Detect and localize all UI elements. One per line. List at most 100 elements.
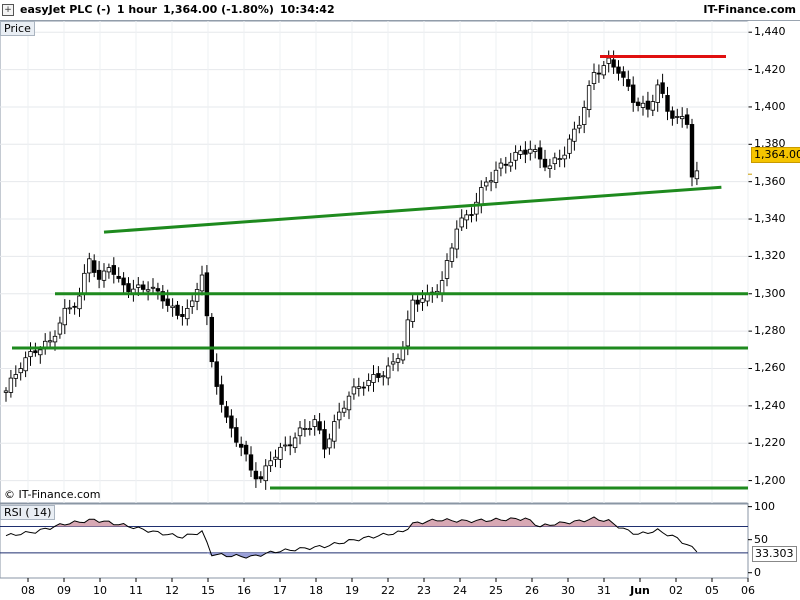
price-tick-label: 1,360 — [754, 174, 786, 188]
candle-body — [537, 147, 543, 160]
candle-body — [444, 260, 450, 279]
candle-body — [552, 157, 557, 165]
candle-body — [253, 470, 259, 480]
rsi-tick-label: 0 — [754, 565, 761, 579]
price-tick-label: 1,400 — [754, 99, 786, 113]
candle-body — [62, 307, 67, 326]
candle-body — [572, 128, 577, 142]
candle-body — [341, 407, 347, 413]
candle-body — [96, 269, 102, 280]
candle-body — [361, 386, 366, 389]
candle-body — [38, 349, 43, 356]
price-panel — [0, 20, 749, 504]
candle-body — [483, 181, 489, 187]
candle-body — [185, 308, 190, 320]
price-tick-label: 1,260 — [754, 361, 786, 375]
candle-body — [219, 384, 224, 405]
candle-body — [116, 275, 121, 279]
candle-body — [420, 298, 425, 303]
candle-body — [57, 322, 63, 335]
candle-body — [395, 358, 401, 363]
candle-body — [150, 286, 156, 289]
candle-body — [449, 247, 455, 262]
candle-body — [547, 165, 553, 169]
candle-body — [689, 124, 695, 178]
price-tick-label: 1,320 — [754, 249, 786, 263]
candle-body — [675, 116, 680, 118]
candle-body — [312, 419, 317, 427]
candle-body — [479, 187, 484, 205]
candle-body — [650, 101, 655, 111]
rsi-tick-label: 50 — [754, 532, 768, 546]
candle-body — [542, 158, 548, 168]
price-tick-label: 1,240 — [754, 398, 786, 412]
candle-body — [101, 270, 107, 281]
time-tick-label: 17 — [273, 584, 287, 597]
candle-body — [8, 377, 14, 393]
candle-body — [13, 374, 18, 379]
candle-body — [194, 289, 200, 302]
price-tick-label: 1,280 — [754, 324, 786, 338]
candle-body — [28, 351, 33, 358]
time-tick-label: 15 — [201, 584, 215, 597]
candle-body — [631, 84, 636, 103]
candle-body — [136, 284, 141, 288]
rsi-panel — [0, 503, 749, 579]
candle-body — [292, 437, 298, 449]
candle-body — [415, 299, 420, 305]
candle-body — [640, 102, 646, 108]
candle-body — [82, 272, 87, 296]
candle-body — [606, 57, 611, 64]
candle-body — [469, 214, 474, 216]
time-tick-label: 24 — [453, 584, 467, 597]
candle-body — [258, 476, 263, 480]
candle-body — [400, 347, 406, 361]
price-tick-label: 1,340 — [754, 212, 786, 226]
candle-body — [229, 415, 234, 429]
candle-body — [523, 149, 528, 155]
candle-body — [140, 284, 146, 290]
time-tick-label: 02 — [669, 584, 683, 597]
candle-body — [582, 107, 587, 125]
rsi-value-badge: 33.303 — [752, 546, 797, 562]
time-tick-label: 18 — [309, 584, 323, 597]
candle-body — [170, 305, 175, 309]
candle-body — [209, 316, 214, 363]
candle-body — [302, 427, 308, 430]
candle-body — [263, 465, 268, 482]
candle-body — [175, 304, 180, 316]
candle-body — [238, 443, 244, 448]
candle-body — [518, 150, 523, 155]
candle-body — [268, 460, 273, 467]
last-price-badge: 1,364.00 — [751, 147, 800, 163]
candle-body — [488, 180, 494, 183]
candle-body — [439, 280, 445, 294]
candle-body — [327, 438, 332, 449]
candle-body — [616, 66, 621, 74]
candle-body — [145, 289, 151, 292]
candle-body — [557, 158, 562, 160]
candle-body — [3, 390, 9, 393]
rsi-panel-label: RSI ( 14) — [0, 505, 56, 520]
candle-body — [626, 79, 631, 87]
candle-body — [52, 335, 58, 343]
time-tick-label: 11 — [129, 584, 143, 597]
candle-body — [214, 361, 219, 387]
candle-body — [322, 429, 327, 450]
candle-body — [567, 138, 572, 154]
candle-body — [454, 228, 459, 250]
candle-body — [351, 386, 357, 395]
time-tick-label: 30 — [561, 584, 575, 597]
candle-body — [660, 82, 665, 94]
candle-body — [665, 95, 670, 112]
candle-body — [528, 148, 533, 154]
candle-body — [635, 101, 641, 106]
candle-body — [621, 71, 626, 78]
candle-body — [317, 421, 322, 431]
candle-body — [655, 84, 660, 103]
price-panel-label: Price — [0, 21, 35, 36]
candle-body — [611, 59, 616, 68]
candle-body — [493, 169, 499, 183]
rsi-tick-label: 100 — [754, 499, 775, 513]
candle-body — [106, 267, 112, 273]
